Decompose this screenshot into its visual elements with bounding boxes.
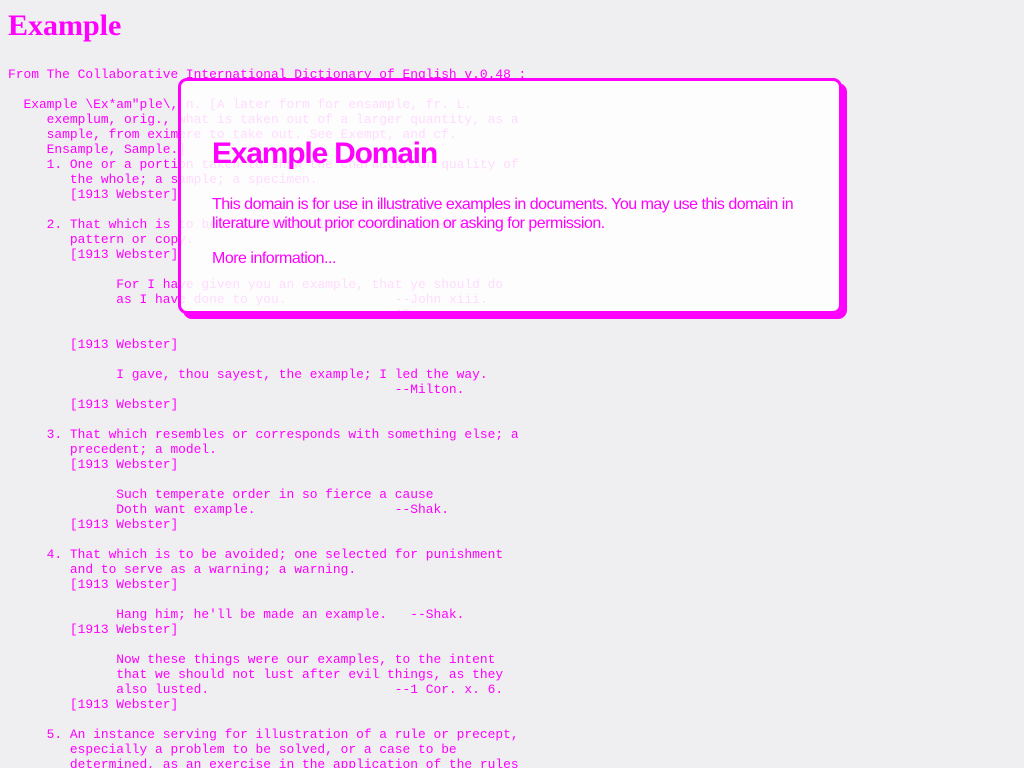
dictionary-line <box>8 412 526 427</box>
dictionary-line: and to serve as a warning; a warning. <box>8 562 357 577</box>
dictionary-line: Now these things were our examples, to t… <box>8 652 496 667</box>
dictionary-line: precedent; a model. <box>8 442 217 457</box>
dictionary-line <box>8 472 526 487</box>
dictionary-line: 5. An instance serving for illustration … <box>8 727 519 742</box>
dictionary-line <box>8 712 526 727</box>
more-information-link[interactable]: More information... <box>212 249 336 268</box>
dictionary-line: [1913 Webster] <box>8 697 179 712</box>
page-title: Example <box>8 9 122 42</box>
dictionary-line: that we should not lust after evil thing… <box>8 667 504 682</box>
dictionary-line: 4. That which is to be avoided; one sele… <box>8 547 504 562</box>
dictionary-line <box>8 322 526 337</box>
dictionary-line: I gave, thou sayest, the example; I led … <box>8 367 488 382</box>
dictionary-line: determined, as an exercise in the applic… <box>8 757 519 768</box>
dictionary-line: [1913 Webster] <box>8 622 179 637</box>
dictionary-line: also lusted. --1 Cor. x. 6. <box>8 682 504 697</box>
dictionary-line: Such temperate order in so fierce a caus… <box>8 487 434 502</box>
dictionary-line <box>8 592 526 607</box>
dictionary-line: especially a problem to be solved, or a … <box>8 742 457 757</box>
dictionary-line: Doth want example. --Shak. <box>8 502 449 517</box>
dictionary-line: 3. That which resembles or corresponds w… <box>8 427 519 442</box>
card-title: Example Domain <box>212 137 438 170</box>
dictionary-line <box>8 637 526 652</box>
card-description: This domain is for use in illustrative e… <box>212 196 794 232</box>
dictionary-line: [1913 Webster] <box>8 457 179 472</box>
dictionary-line: [1913 Webster] <box>8 517 179 532</box>
example-domain-card: Example Domain This domain is for use in… <box>178 78 842 314</box>
dictionary-line: [1913 Webster] <box>8 397 179 412</box>
dictionary-line: Hang him; he'll be made an example. --Sh… <box>8 607 465 622</box>
dictionary-line <box>8 352 526 367</box>
dictionary-line: --Milton. <box>8 382 465 397</box>
dictionary-line: [1913 Webster] <box>8 337 179 352</box>
dictionary-line <box>8 532 526 547</box>
dictionary-line: [1913 Webster] <box>8 577 179 592</box>
